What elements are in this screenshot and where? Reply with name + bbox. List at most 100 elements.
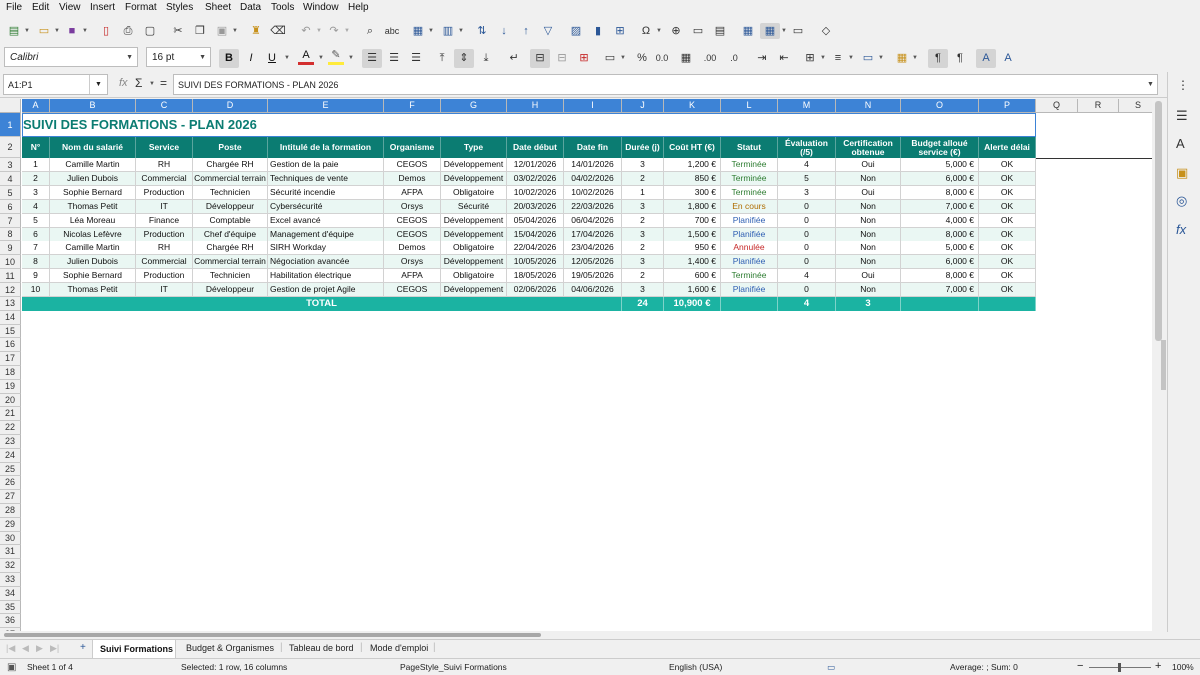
cell-certification[interactable]: Non	[836, 171, 901, 186]
cell-duree[interactable]: 3	[622, 255, 664, 270]
cell-statut[interactable]: Planifiée	[721, 283, 778, 298]
align-center-icon[interactable]: ☰	[386, 50, 402, 66]
cell-poste[interactable]: Chargée RH	[193, 241, 268, 256]
export-pdf-icon[interactable]: ▯	[98, 23, 114, 39]
cell-type[interactable]: Développement	[441, 227, 507, 242]
cell-type[interactable]: Développement	[441, 171, 507, 186]
header-organisme[interactable]: Organisme	[384, 137, 441, 158]
vertical-scroll-thumb[interactable]	[1155, 101, 1162, 341]
cell-budget[interactable]: 4,000 €	[901, 213, 979, 228]
header-type[interactable]: Type	[441, 137, 507, 158]
row-header-25[interactable]: 25	[0, 462, 21, 477]
column-header-p[interactable]: P	[979, 99, 1036, 113]
find-replace-icon[interactable]: ⌕	[362, 23, 378, 39]
open-folder-icon[interactable]: ▭	[36, 23, 52, 39]
header-cout[interactable]: Coût HT (€)	[664, 137, 721, 158]
cell-budget[interactable]: 5,000 €	[901, 158, 979, 172]
cell-statut[interactable]: Planifiée	[721, 255, 778, 270]
formula-input[interactable]: SUIVI DES FORMATIONS - PLAN 2026	[173, 74, 1158, 95]
menu-help[interactable]: Help	[348, 2, 369, 13]
cell-organisme[interactable]: Orsys	[384, 255, 441, 270]
cell-alerte[interactable]: OK	[979, 185, 1036, 200]
column-header-g[interactable]: G	[441, 99, 507, 113]
total-cost[interactable]: 10,900 €	[664, 297, 721, 311]
column-header-k[interactable]: K	[664, 99, 721, 113]
text-vertical-icon[interactable]: A	[1000, 50, 1016, 66]
styles-icon[interactable]: A	[1176, 136, 1185, 151]
row-header-8[interactable]: 8	[0, 228, 21, 241]
cell-num[interactable]: 6	[22, 227, 50, 242]
cell-poste[interactable]: Commercial terrain	[193, 255, 268, 270]
column-header-i[interactable]: I	[564, 99, 622, 113]
cell-duree[interactable]: 3	[622, 227, 664, 242]
define-print-area-icon[interactable]: ▦	[740, 23, 756, 39]
cell-date-fin[interactable]: 14/01/2026	[564, 158, 622, 172]
cell-duree[interactable]: 3	[622, 199, 664, 214]
increase-indent-icon[interactable]: ⇥	[754, 50, 770, 66]
cell-formation[interactable]: Négociation avancée	[268, 255, 384, 270]
row-header-28[interactable]: 28	[0, 504, 21, 518]
row-header-36[interactable]: 36	[0, 614, 21, 629]
header-statut[interactable]: Statut	[721, 137, 778, 158]
cell-formation[interactable]: Sécurité incendie	[268, 185, 384, 200]
zoom-out-icon[interactable]: −	[1077, 660, 1083, 672]
menu-tools[interactable]: Tools	[271, 2, 294, 13]
menu-styles[interactable]: Styles	[166, 2, 193, 13]
header-name[interactable]: Nom du salarié	[50, 137, 136, 158]
cell-formation[interactable]: Techniques de vente	[268, 171, 384, 186]
cell-evaluation[interactable]: 0	[778, 255, 836, 270]
cell-certification[interactable]: Non	[836, 213, 901, 228]
header-alerte[interactable]: Alerte délai	[979, 137, 1036, 158]
cell-type[interactable]: Développement	[441, 283, 507, 298]
cell-budget[interactable]: 6,000 €	[901, 171, 979, 186]
cell-statut[interactable]: Planifiée	[721, 213, 778, 228]
new-document-icon[interactable]: ▤	[6, 23, 22, 39]
cell-date-debut[interactable]: 02/06/2026	[507, 283, 564, 298]
cell-type[interactable]: Obligatoire	[441, 241, 507, 256]
menu-window[interactable]: Window	[303, 2, 339, 13]
column-header-m[interactable]: M	[778, 99, 836, 113]
border-style-icon[interactable]: ≡	[830, 50, 846, 66]
cell-type[interactable]: Développement	[441, 158, 507, 172]
cell-alerte[interactable]: OK	[979, 269, 1036, 284]
cell-cout[interactable]: 300 €	[664, 185, 721, 200]
column-header-e[interactable]: E	[268, 99, 384, 113]
cell-num[interactable]: 3	[22, 185, 50, 200]
header-duree[interactable]: Durée (j)	[622, 137, 664, 158]
autofilter-icon[interactable]: ▽	[540, 23, 556, 39]
cell-date-debut[interactable]: 15/04/2026	[507, 227, 564, 242]
cell-alerte[interactable]: OK	[979, 227, 1036, 242]
add-decimal-button[interactable]: .00	[702, 50, 718, 66]
cut-icon[interactable]: ✂	[170, 23, 186, 39]
pivot-table-icon[interactable]: ⊞	[612, 23, 628, 39]
cell-certification[interactable]: Oui	[836, 185, 901, 200]
cell-alerte[interactable]: OK	[979, 158, 1036, 172]
row-header-1[interactable]: 1	[0, 113, 21, 137]
row-header-4[interactable]: 4	[0, 172, 21, 186]
cell-date-fin[interactable]: 06/04/2026	[564, 213, 622, 228]
font-name-box[interactable]: Calibri ▼	[4, 47, 138, 67]
cell-type[interactable]: Développement	[441, 255, 507, 270]
cell-service[interactable]: RH	[136, 158, 193, 172]
row-header-30[interactable]: 30	[0, 531, 21, 546]
cell-poste[interactable]: Commercial terrain	[193, 171, 268, 186]
cell-date-fin[interactable]: 04/02/2026	[564, 171, 622, 186]
cell-alerte[interactable]: OK	[979, 241, 1036, 256]
cell-name[interactable]: Léa Moreau	[50, 213, 136, 228]
cell-budget[interactable]: 8,000 €	[901, 227, 979, 242]
cell-formation[interactable]: SIRH Workday	[268, 241, 384, 256]
row-header-7[interactable]: 7	[0, 214, 21, 228]
properties-icon[interactable]: ☰	[1176, 108, 1188, 124]
cell-formation[interactable]: Gestion de projet Agile	[268, 283, 384, 298]
cell-statut[interactable]: Planifiée	[721, 227, 778, 242]
function-wizard-button[interactable]: fx	[119, 77, 128, 89]
name-box-dropdown-icon[interactable]: ▼	[89, 75, 107, 94]
cell-date-fin[interactable]: 17/04/2026	[564, 227, 622, 242]
cell-date-fin[interactable]: 23/04/2026	[564, 241, 622, 256]
column-header-l[interactable]: L	[721, 99, 778, 113]
cell-date-fin[interactable]: 12/05/2026	[564, 255, 622, 270]
cell-budget[interactable]: 8,000 €	[901, 269, 979, 284]
tab-budget-organismes[interactable]: Budget & Organismes	[186, 643, 274, 653]
cell-formation[interactable]: Excel avancé	[268, 213, 384, 228]
cell-statut[interactable]: Terminée	[721, 185, 778, 200]
